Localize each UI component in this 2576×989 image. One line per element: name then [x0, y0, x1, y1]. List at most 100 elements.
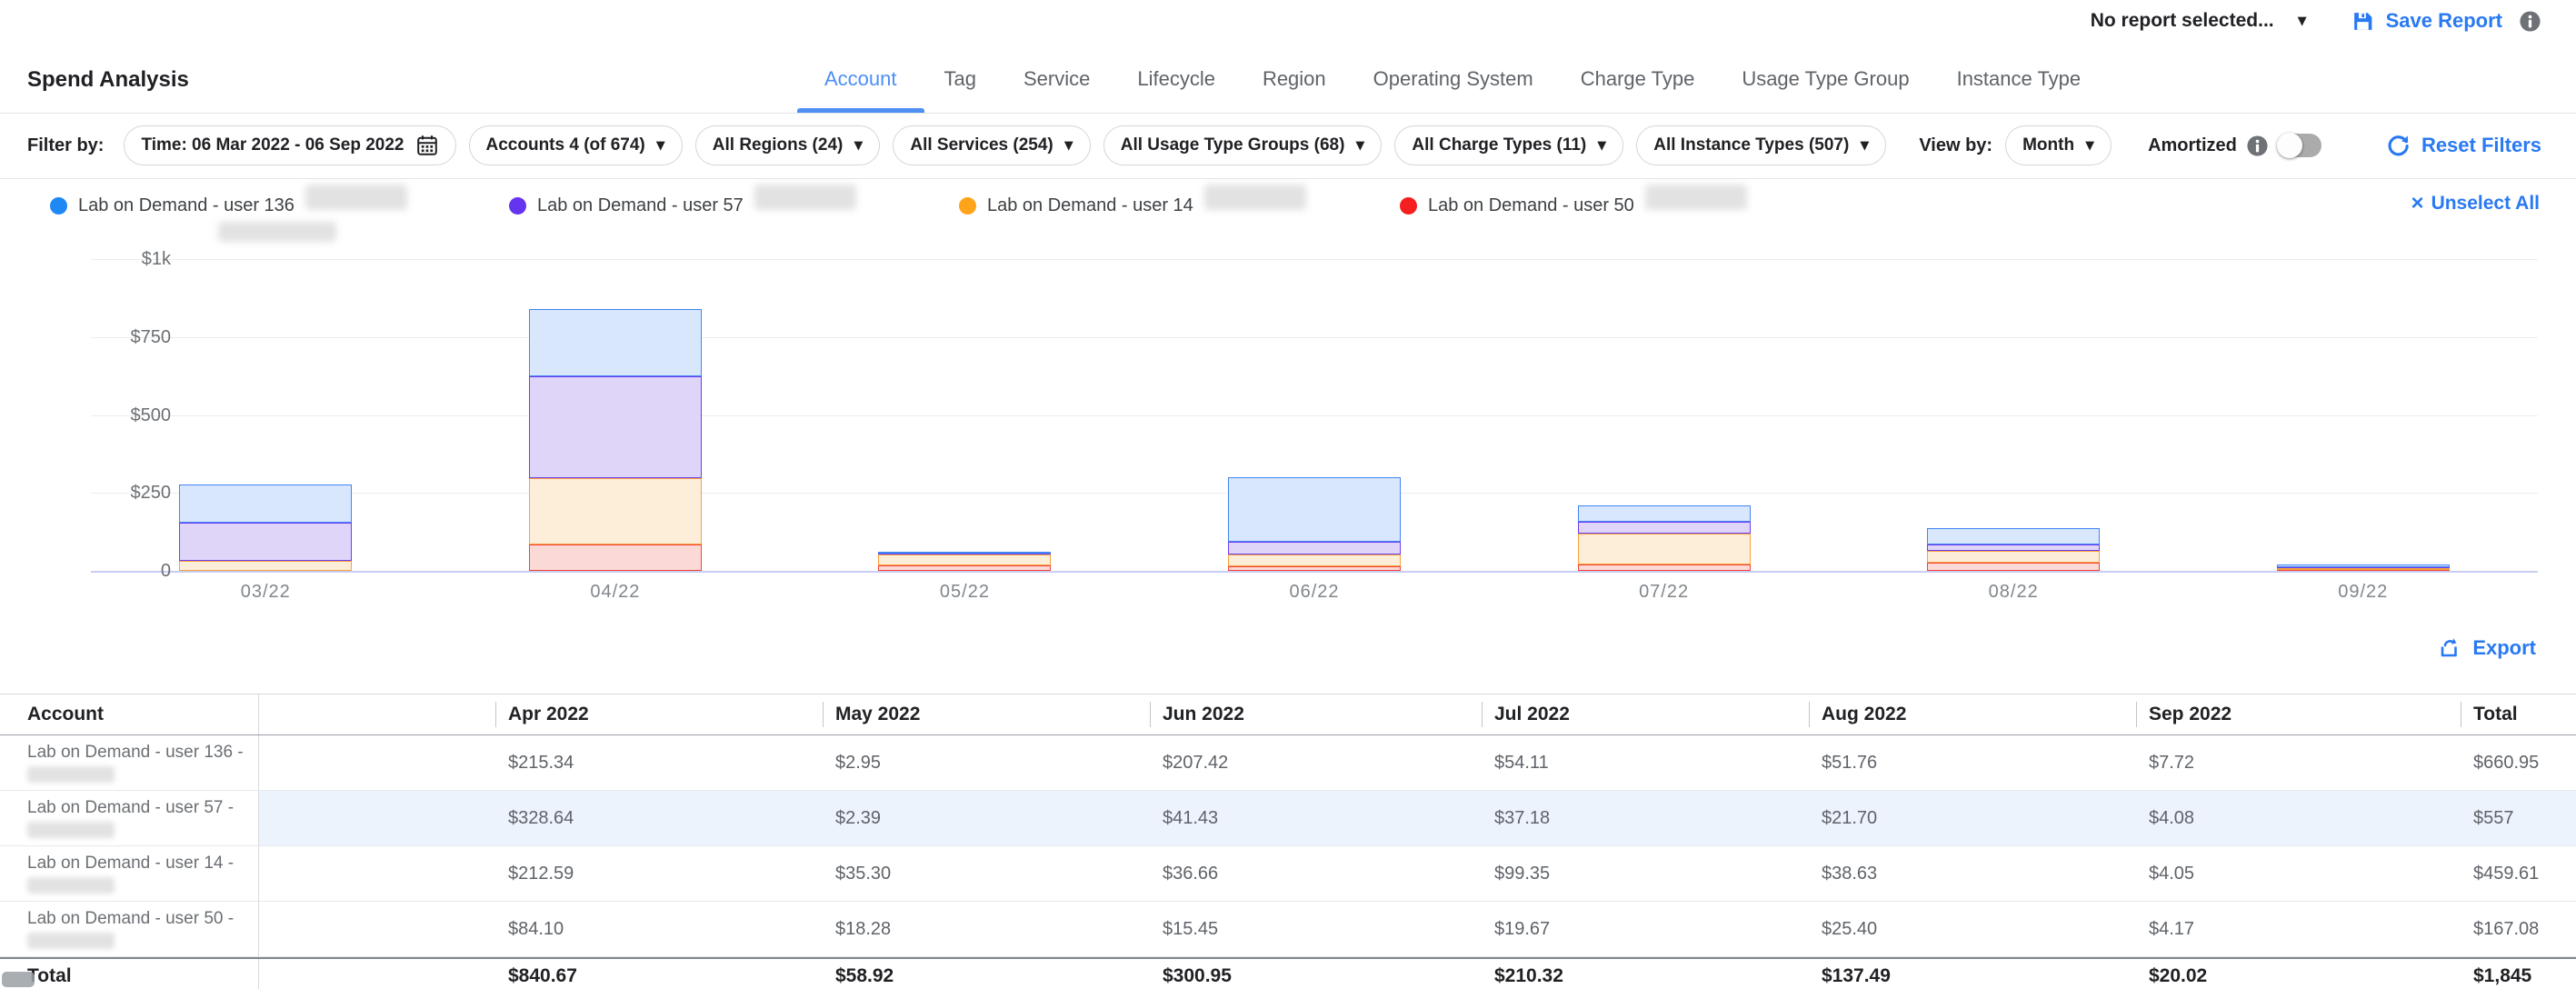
table-row-lab-on-demand-user-50[interactable]: Lab on Demand - user 50 -$84.10$18.28$15… — [0, 902, 2576, 957]
view-by-dropdown[interactable]: Month ▼ — [2005, 125, 2112, 165]
value-cell: $557 — [2461, 791, 2576, 845]
bar-group-03-22[interactable]: 03/22 — [91, 259, 441, 571]
chart-legend: × Unselect All Lab on Demand - user 136 L… — [0, 178, 2576, 255]
export-label: Export — [2472, 636, 2536, 660]
bar-group-06-22[interactable]: 06/22 — [1140, 259, 1490, 571]
x-axis-tick-label: 06/22 — [1140, 582, 1490, 603]
x-axis-tick-label: 04/22 — [441, 582, 791, 603]
column-header-sep-2022: Sep 2022 — [2136, 694, 2461, 734]
value-cell: $2.95 — [823, 735, 1150, 790]
amortized-control: Amortized — [2148, 134, 2321, 157]
bar-segment-lab-on-demand-user-136 — [1578, 505, 1751, 523]
value-cell: $167.08 — [2461, 902, 2576, 956]
account-name: Lab on Demand - user 57 - — [27, 799, 234, 817]
legend-item-lab-on-demand-user-136[interactable]: Lab on Demand - user 136 — [50, 193, 407, 218]
legend-dot — [50, 197, 67, 215]
total-label-cell: Total — [0, 959, 259, 989]
report-selector-label: No report selected... — [2091, 10, 2274, 32]
export-icon — [2438, 636, 2461, 660]
info-icon[interactable] — [2519, 10, 2541, 33]
redacted-text — [218, 222, 336, 242]
bar-segment-lab-on-demand-user-14 — [529, 478, 702, 544]
bar-segment-lab-on-demand-user-50 — [1927, 563, 2100, 571]
filter-pill-all-usage-type-groups-68[interactable]: All Usage Type Groups (68)▼ — [1103, 125, 1383, 165]
value-cell: $459.61 — [2461, 846, 2576, 901]
tab-label: Operating System — [1373, 67, 1533, 90]
filter-by-label: Filter by: — [27, 135, 104, 156]
chevron-down-icon: ▼ — [656, 139, 665, 153]
chevron-down-icon: ▼ — [2085, 139, 2094, 153]
tab-label: Service — [1023, 67, 1090, 90]
page-title: Spend Analysis — [27, 67, 189, 93]
bar-group-04-22[interactable]: 04/22 — [441, 259, 791, 571]
save-report-button[interactable]: Save Report — [2351, 9, 2502, 34]
bar-group-09-22[interactable]: 09/22 — [2188, 259, 2538, 571]
value-cell: $328.64 — [495, 791, 823, 845]
chevron-down-icon: ▼ — [2298, 15, 2307, 28]
tab-region[interactable]: Region — [1261, 67, 1328, 113]
tab-service[interactable]: Service — [1022, 67, 1092, 113]
tab-label: Usage Type Group — [1742, 67, 1909, 90]
tab-usage-type-group[interactable]: Usage Type Group — [1740, 67, 1911, 113]
table-total-row: Total$840.67$58.92$300.95$210.32$137.49$… — [0, 957, 2576, 989]
tab-charge-type[interactable]: Charge Type — [1579, 67, 1697, 113]
tab-account[interactable]: Account — [823, 67, 899, 113]
value-cell: $54.11 — [1482, 735, 1809, 790]
column-header-account: Account — [0, 694, 259, 734]
table-row-lab-on-demand-user-57[interactable]: Lab on Demand - user 57 -$328.64$2.39$41… — [0, 791, 2576, 846]
value-cell: $38.63 — [1809, 846, 2136, 901]
corner-widget — [2, 972, 35, 987]
filter-pill-all-charge-types-11[interactable]: All Charge Types (11)▼ — [1394, 125, 1623, 165]
filter-pill-all-regions-24[interactable]: All Regions (24)▼ — [695, 125, 881, 165]
filter-pill-accounts-4-of-674[interactable]: Accounts 4 (of 674)▼ — [469, 125, 683, 165]
value-cell: $4.17 — [2136, 902, 2461, 956]
export-button[interactable]: Export — [2438, 636, 2536, 660]
filter-pill-time-06-mar-2022-06-sep-2022[interactable]: Time: 06 Mar 2022 - 06 Sep 2022 — [124, 125, 455, 165]
redacted-text — [27, 933, 115, 949]
filter-pill-label: All Services (254) — [910, 135, 1053, 155]
filter-pill-all-instance-types-507[interactable]: All Instance Types (507)▼ — [1636, 125, 1886, 165]
value-cell: $84.10 — [495, 902, 823, 956]
unselect-all-button[interactable]: × Unselect All — [2411, 193, 2540, 215]
total-value-cell: $20.02 — [2136, 959, 2461, 989]
legend-item-lab-on-demand-user-14[interactable]: Lab on Demand - user 14 — [959, 193, 1306, 218]
filter-pill-label: All Charge Types (11) — [1412, 135, 1586, 155]
bar-segment-lab-on-demand-user-136 — [1228, 477, 1401, 542]
tab-lifecycle[interactable]: Lifecycle — [1135, 67, 1217, 113]
value-cell: $99.35 — [1482, 846, 1809, 901]
amortized-label: Amortized — [2148, 135, 2237, 156]
bar-segment-lab-on-demand-user-57 — [1228, 542, 1401, 554]
filter-pill-all-services-254[interactable]: All Services (254)▼ — [893, 125, 1090, 165]
value-cell — [259, 846, 495, 901]
table-row-lab-on-demand-user-136[interactable]: Lab on Demand - user 136 -$215.34$2.95$2… — [0, 735, 2576, 791]
tab-operating-system[interactable]: Operating System — [1372, 67, 1535, 113]
bar-group-05-22[interactable]: 05/22 — [790, 259, 1140, 571]
column-header-jul-2022: Jul 2022 — [1482, 694, 1809, 734]
redacted-text — [27, 877, 115, 894]
legend-item-lab-on-demand-user-57[interactable]: Lab on Demand - user 57 — [509, 193, 856, 218]
tab-tag[interactable]: Tag — [943, 67, 978, 113]
legend-item-label: Lab on Demand - user 14 — [987, 195, 1193, 216]
value-cell: $51.76 — [1809, 735, 2136, 790]
value-cell — [259, 791, 495, 845]
total-value-cell: $840.67 — [495, 959, 823, 989]
bar-segment-lab-on-demand-user-14 — [878, 554, 1051, 565]
calendar-icon — [415, 134, 439, 157]
value-cell: $25.40 — [1809, 902, 2136, 956]
tab-instance-type[interactable]: Instance Type — [1955, 67, 2083, 113]
redacted-text — [1204, 185, 1306, 210]
spend-analysis-app: No report selected... ▼ Save Report Spen… — [0, 0, 2576, 989]
account-cell: Lab on Demand - user 57 - — [0, 791, 259, 845]
table-row-lab-on-demand-user-14[interactable]: Lab on Demand - user 14 -$212.59$35.30$3… — [0, 846, 2576, 902]
bar-group-08-22[interactable]: 08/22 — [1839, 259, 2189, 571]
bar-segment-lab-on-demand-user-57 — [1578, 522, 1751, 534]
total-value-cell: $1,845 — [2461, 959, 2576, 989]
value-cell: $207.42 — [1150, 735, 1482, 790]
info-icon[interactable] — [2246, 135, 2269, 157]
reset-filters-button[interactable]: Reset Filters — [2386, 134, 2541, 158]
legend-item-lab-on-demand-user-50[interactable]: Lab on Demand - user 50 — [1400, 193, 1747, 218]
amortized-toggle[interactable] — [2278, 134, 2321, 157]
redacted-text — [305, 185, 407, 210]
bar-group-07-22[interactable]: 07/22 — [1489, 259, 1839, 571]
report-selector-dropdown[interactable]: No report selected... ▼ — [2091, 10, 2307, 32]
